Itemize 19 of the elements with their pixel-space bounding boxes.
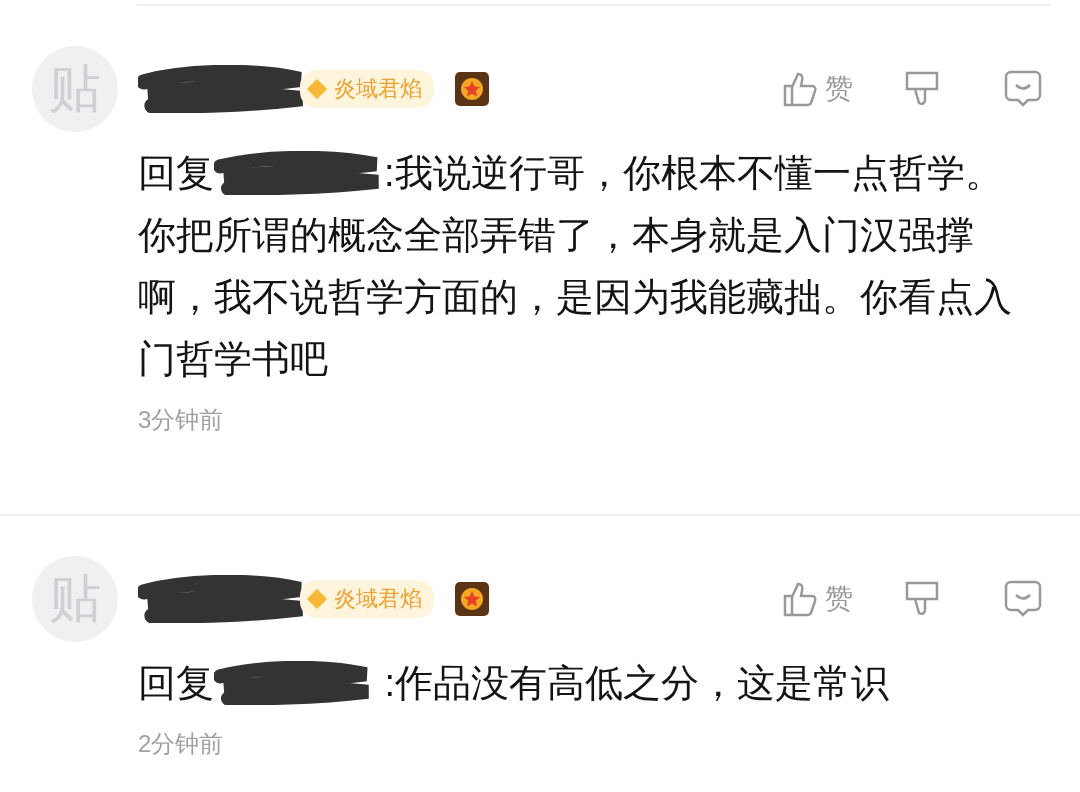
comment-text: 啊，我不说哲学方面的，是因为我能藏拙。你看点入: [138, 276, 1012, 318]
comment-icon[interactable]: [1003, 69, 1043, 109]
like-button[interactable]: 赞: [781, 580, 853, 618]
diamond-icon: [306, 78, 328, 100]
timestamp: 2分钟前: [138, 729, 225, 759]
timestamp: 3分钟前: [138, 405, 225, 435]
comment-text: 门哲学书吧: [138, 338, 328, 380]
comment-text: :我说逆行哥，你根本不懂一点哲学。: [384, 151, 1003, 196]
reply-label: 回复: [138, 151, 214, 196]
diamond-icon: [306, 588, 328, 610]
level-badge: 炎域君焰: [300, 70, 434, 108]
reply-label: 回复: [138, 661, 214, 706]
comment-icon[interactable]: [1003, 579, 1043, 619]
medal-icon: [454, 581, 490, 617]
level-badge: 炎域君焰: [300, 580, 434, 618]
like-button[interactable]: 赞: [781, 70, 853, 108]
comment-text: 你把所谓的概念全部弄错了，本身就是入门汉强撑: [138, 214, 974, 256]
comment-text: :作品没有高低之分，这是常识: [383, 661, 890, 706]
medal-icon: [454, 71, 490, 107]
